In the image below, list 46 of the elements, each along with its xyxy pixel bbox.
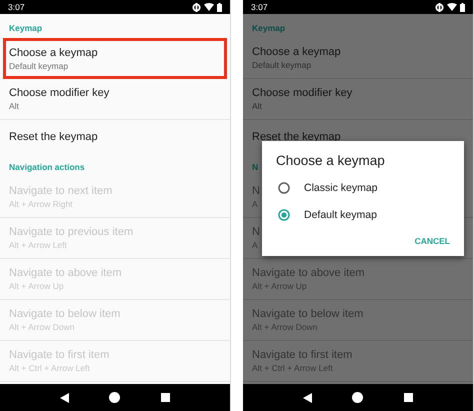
home-icon[interactable]: [109, 392, 120, 403]
setting-row[interactable]: Choose modifier key Alt: [0, 79, 230, 120]
wifi-icon: [204, 3, 214, 11]
radio-option[interactable]: Default keymap: [276, 201, 450, 228]
setting-summary: Alt + Ctrl + Arrow Left: [252, 363, 333, 373]
section-header: N: [252, 162, 258, 172]
setting-title: Choose a keymap: [9, 46, 98, 58]
setting-title: Choose a keymap: [252, 46, 341, 58]
setting-summary: Alt + Arrow Down: [252, 322, 318, 332]
setting-title: Navigate to below item: [252, 308, 364, 320]
setting-title: N: [252, 226, 260, 238]
battery-icon: [460, 2, 465, 12]
back-icon[interactable]: [60, 392, 70, 402]
setting-title: Choose modifier key: [252, 87, 352, 99]
dialog-title: Choose a keymap: [276, 153, 385, 168]
status-time: 3:07: [251, 2, 268, 12]
setting-title: Navigate to first item: [252, 349, 352, 361]
home-icon[interactable]: [352, 392, 364, 403]
section-header: Navigation actions: [9, 162, 85, 172]
battery-icon: [217, 2, 222, 12]
status-time: 3:07: [8, 2, 25, 12]
setting-summary: Default keymap: [252, 60, 312, 70]
radio-option[interactable]: Classic keymap: [276, 174, 450, 201]
setting-title: Reset the keymap: [252, 130, 341, 142]
data-saver-icon: [435, 2, 444, 12]
setting-summary: A: [252, 199, 258, 209]
wifi-icon: [447, 3, 457, 11]
setting-title: Choose modifier key: [9, 87, 110, 99]
setting-row[interactable]: Choose a keymap Default keymap: [243, 38, 473, 79]
setting-summary: A: [252, 240, 258, 250]
setting-summary: Alt + Arrow Up: [252, 281, 307, 291]
setting-row[interactable]: Choose modifier key Alt: [243, 79, 473, 120]
setting-summary: Alt: [9, 101, 19, 111]
section-header: Keymap: [9, 23, 42, 33]
recents-icon[interactable]: [404, 393, 413, 402]
back-icon[interactable]: [303, 392, 312, 402]
section-header: Keymap: [252, 23, 286, 33]
data-saver-icon: [192, 2, 201, 12]
highlighted-setting-row[interactable]: Choose a keymap Default keymap: [3, 38, 227, 79]
setting-row[interactable]: Reset the keymap: [0, 120, 230, 153]
setting-summary: Alt: [252, 101, 262, 111]
recents-icon[interactable]: [160, 393, 170, 402]
setting-title: N: [252, 185, 260, 197]
setting-title: Reset the keymap: [9, 130, 98, 142]
setting-title: Navigate to above item: [252, 267, 365, 279]
setting-summary: Default keymap: [9, 60, 68, 70]
